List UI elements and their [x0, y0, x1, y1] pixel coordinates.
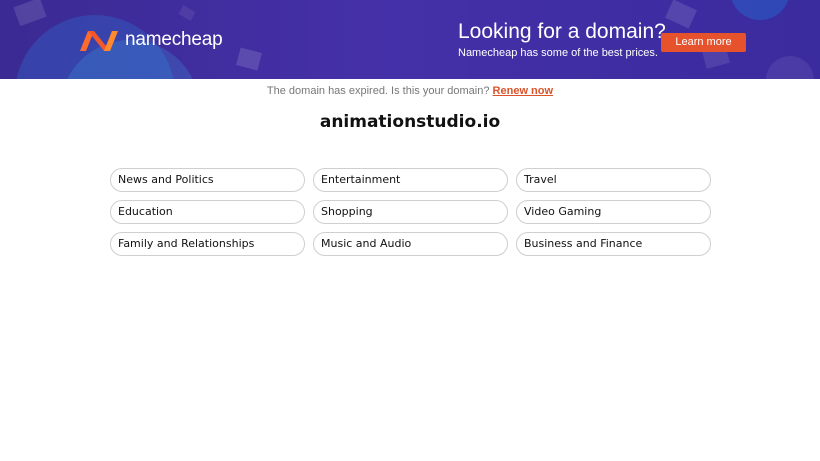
category-grid: News and Politics Entertainment Travel E…: [110, 168, 711, 256]
promo-copy: Looking for a domain? Namecheap has some…: [458, 19, 666, 60]
domain-name: animationstudio.io: [319, 112, 501, 132]
category-travel[interactable]: Travel: [516, 168, 711, 192]
expired-notice-text: The domain has expired. Is this your dom…: [266, 85, 490, 97]
category-entertainment[interactable]: Entertainment: [313, 168, 508, 192]
category-family-and-relationships[interactable]: Family and Relationships: [110, 232, 305, 256]
category-video-gaming[interactable]: Video Gaming: [516, 200, 711, 224]
category-shopping[interactable]: Shopping: [313, 200, 508, 224]
learn-more-button[interactable]: Learn more: [661, 33, 746, 52]
expired-notice: The domain has expired. Is this your dom…: [0, 85, 820, 97]
logo-wordmark: namecheap: [125, 29, 223, 50]
promo-title: Looking for a domain?: [458, 20, 666, 43]
promo-banner: namecheap Looking for a domain? Namechea…: [0, 0, 820, 79]
promo-subtitle: Namecheap has some of the best prices.: [458, 47, 658, 59]
category-music-and-audio[interactable]: Music and Audio: [313, 232, 508, 256]
category-business-and-finance[interactable]: Business and Finance: [516, 232, 711, 256]
renew-now-link[interactable]: Renew now: [493, 85, 554, 97]
namecheap-logo[interactable]: namecheap: [79, 28, 223, 52]
category-education[interactable]: Education: [110, 200, 305, 224]
category-news-and-politics[interactable]: News and Politics: [110, 168, 305, 192]
namecheap-n-logo-icon: [80, 31, 118, 51]
